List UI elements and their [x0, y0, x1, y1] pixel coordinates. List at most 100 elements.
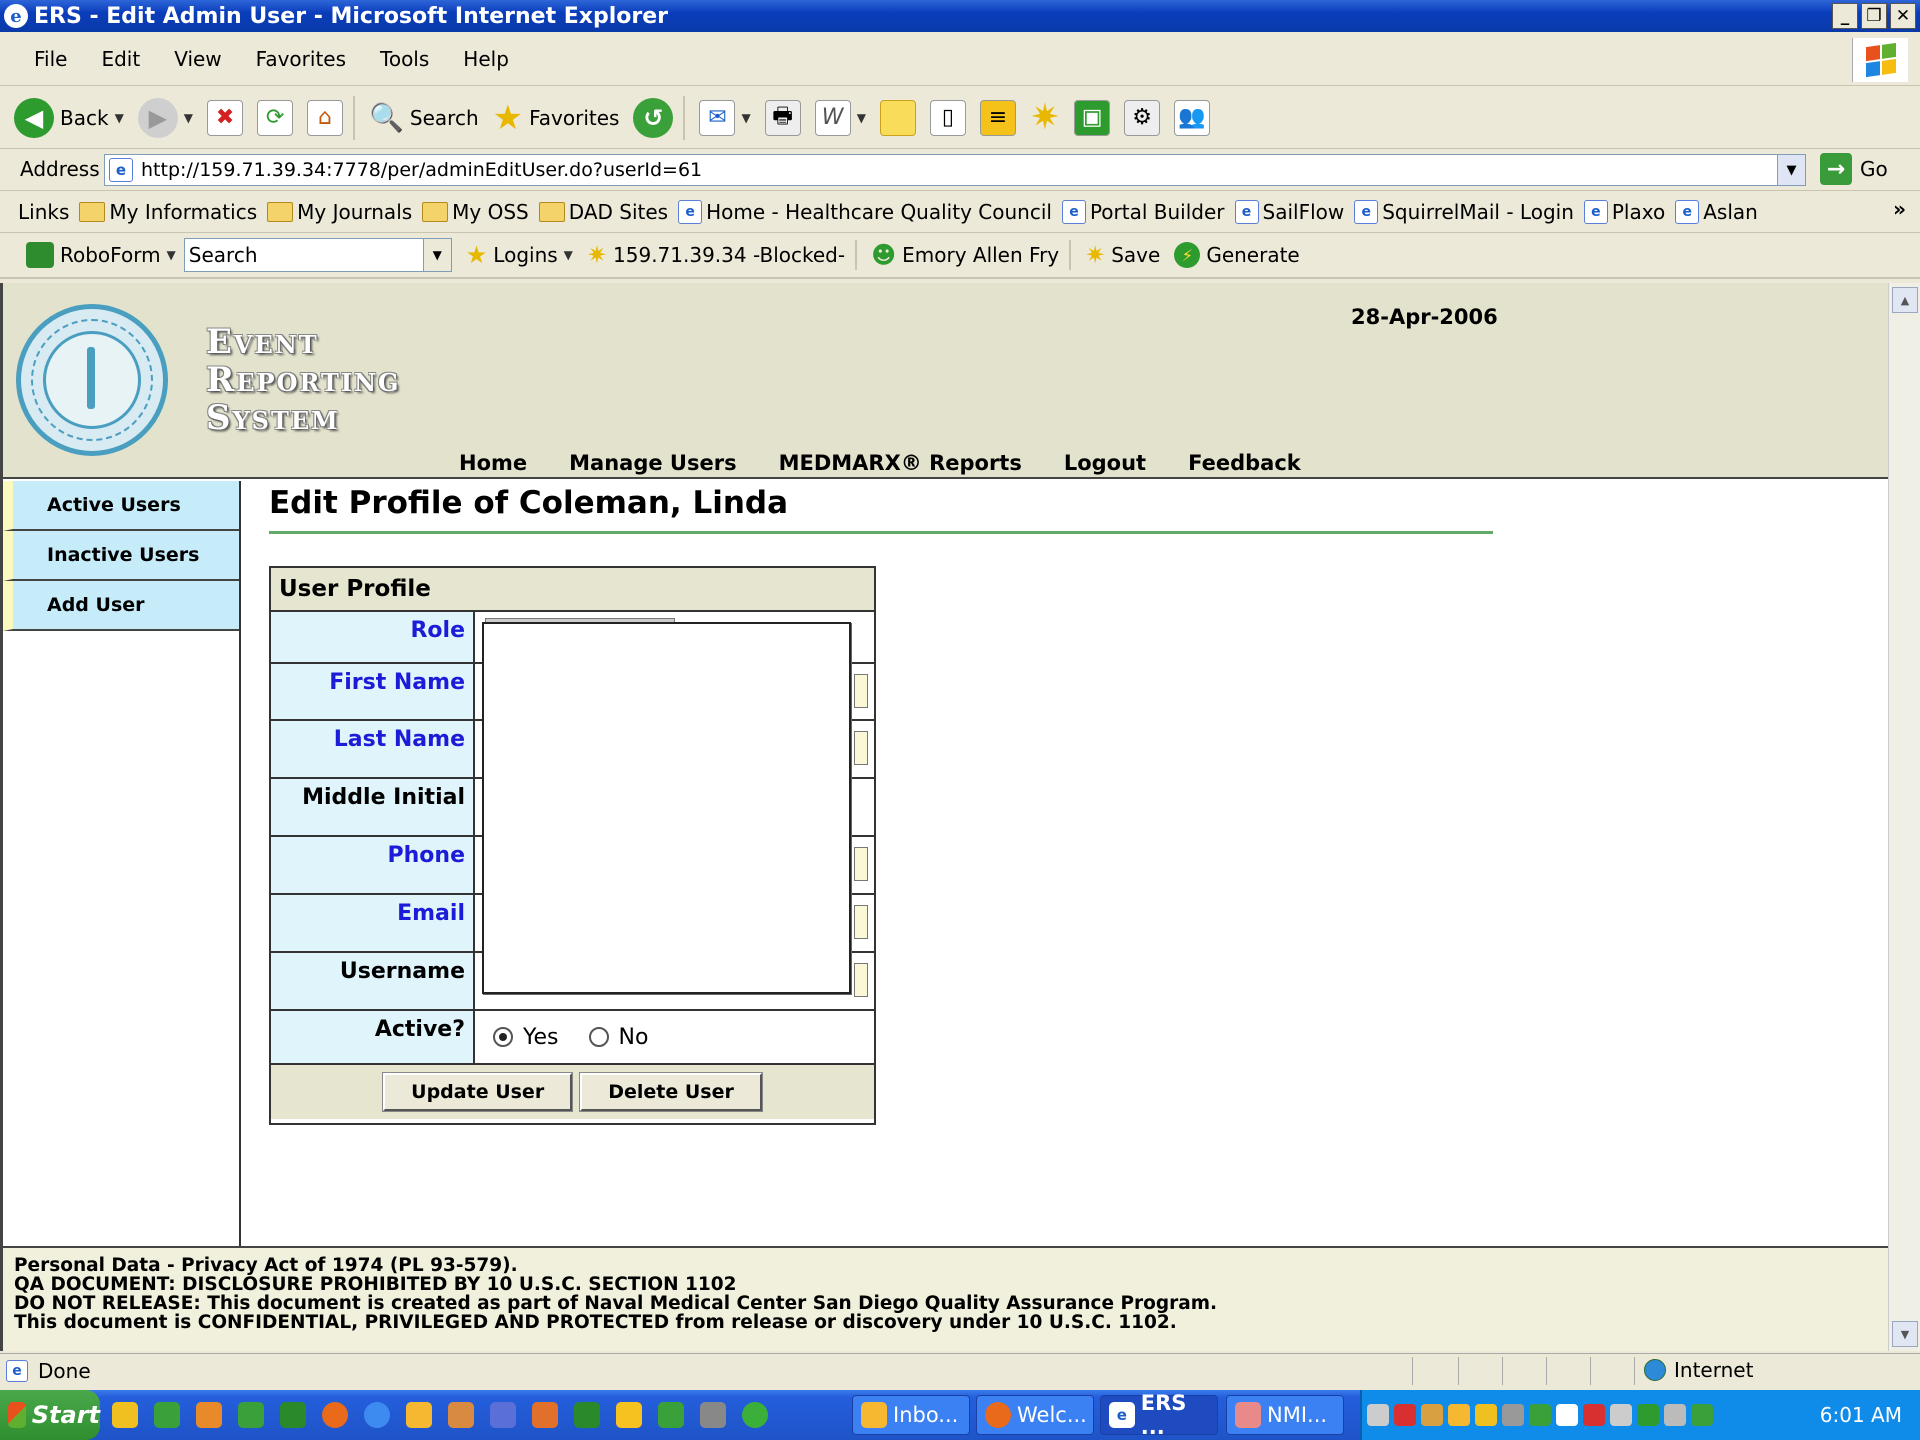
- messenger-icon[interactable]: ▯: [929, 99, 966, 136]
- quicklaunch-icon[interactable]: [280, 1402, 306, 1428]
- identity-button[interactable]: ☻ Emory Allen Fry: [871, 241, 1059, 269]
- scroll-down-icon[interactable]: ▼: [1892, 1321, 1918, 1347]
- roboform-search-dropdown-icon[interactable]: ▼: [422, 239, 451, 271]
- close-icon[interactable]: ✕: [1890, 3, 1916, 29]
- task-nmi[interactable]: NMI...: [1226, 1395, 1344, 1435]
- active-yes-radio[interactable]: [493, 1027, 513, 1047]
- nav-feedback[interactable]: Feedback: [1188, 451, 1301, 475]
- delete-user-button[interactable]: Delete User: [579, 1072, 763, 1112]
- roboform-dropdown-icon[interactable]: ▼: [167, 248, 176, 262]
- quicklaunch-icon[interactable]: [616, 1402, 642, 1428]
- quicklaunch-icon[interactable]: [490, 1402, 516, 1428]
- active-no-radio[interactable]: [588, 1027, 609, 1047]
- nav-home[interactable]: Home: [459, 451, 527, 475]
- restore-icon[interactable]: ❐: [1861, 3, 1887, 29]
- tray-icon[interactable]: [1502, 1404, 1524, 1426]
- menu-view[interactable]: View: [174, 47, 221, 71]
- contacts-icon[interactable]: 👥: [1174, 99, 1211, 136]
- quicklaunch-icon[interactable]: [742, 1402, 768, 1428]
- task-welcome[interactable]: Welc...: [976, 1395, 1094, 1435]
- logins-dropdown-icon[interactable]: ▼: [564, 248, 573, 262]
- clock-icon[interactable]: [406, 1402, 432, 1428]
- go-button[interactable]: → Go: [1820, 153, 1888, 185]
- ie-icon[interactable]: [364, 1402, 390, 1428]
- tray-icon[interactable]: [1367, 1404, 1389, 1426]
- links-more-icon[interactable]: »: [1893, 197, 1906, 221]
- menu-favorites[interactable]: Favorites: [256, 47, 346, 71]
- update-user-button[interactable]: Update User: [382, 1072, 574, 1112]
- nav-logout[interactable]: Logout: [1064, 451, 1146, 475]
- excel-icon[interactable]: [154, 1402, 180, 1428]
- scroll-up-icon[interactable]: ▲: [1892, 287, 1918, 313]
- tray-icon[interactable]: [1421, 1404, 1443, 1426]
- excel-icon[interactable]: [238, 1402, 264, 1428]
- tray-icon[interactable]: [1610, 1404, 1632, 1426]
- start-button[interactable]: Start: [0, 1390, 100, 1440]
- tray-icon[interactable]: [1664, 1404, 1686, 1426]
- tray-icon[interactable]: [1637, 1404, 1659, 1426]
- tools-icon[interactable]: ⚙: [1124, 99, 1161, 136]
- forward-button[interactable]: ▶ ▼: [137, 97, 193, 138]
- print-icon[interactable]: 🖶: [764, 99, 801, 136]
- roboform-icon[interactable]: ▣: [1074, 99, 1111, 136]
- tray-icon[interactable]: [1691, 1404, 1713, 1426]
- quicklaunch-icon[interactable]: [112, 1402, 138, 1428]
- address-dropdown-icon[interactable]: ▼: [1777, 155, 1805, 185]
- menu-help[interactable]: Help: [463, 47, 509, 71]
- link-healthcare-quality[interactable]: e Home - Healthcare Quality Council: [678, 199, 1052, 224]
- vertical-scrollbar[interactable]: ▲ ▼: [1888, 283, 1920, 1351]
- quicklaunch-icon[interactable]: [574, 1402, 600, 1428]
- home-icon[interactable]: ⌂: [307, 99, 344, 136]
- tray-icon[interactable]: [1475, 1404, 1497, 1426]
- mail-dropdown-icon[interactable]: ▼: [741, 111, 750, 125]
- address-url[interactable]: http://159.71.39.34:7778/per/adminEditUs…: [141, 159, 702, 181]
- menu-edit[interactable]: Edit: [101, 47, 140, 71]
- generate-button[interactable]: ⚡ Generate: [1174, 242, 1300, 268]
- forward-dropdown-icon[interactable]: ▼: [184, 111, 193, 125]
- task-inbox[interactable]: Inbo...: [852, 1395, 970, 1435]
- roboform-search-input[interactable]: Search ▼: [183, 238, 452, 272]
- tray-icon[interactable]: [1394, 1404, 1416, 1426]
- roboform-search-text[interactable]: Search: [189, 243, 258, 267]
- tray-icon[interactable]: [1556, 1404, 1578, 1426]
- menu-file[interactable]: File: [34, 47, 67, 71]
- task-ers[interactable]: e ERS ...: [1100, 1391, 1218, 1439]
- search-button[interactable]: 🔍 Search: [369, 101, 479, 134]
- link-my-informatics[interactable]: My Informatics: [79, 200, 257, 224]
- link-my-journals[interactable]: My Journals: [267, 200, 412, 224]
- edit-dropdown-icon[interactable]: ▼: [857, 111, 866, 125]
- tray-icon[interactable]: [1448, 1404, 1470, 1426]
- link-dad-sites[interactable]: DAD Sites: [538, 200, 668, 224]
- research-icon[interactable]: ≡: [979, 99, 1016, 136]
- menu-tools[interactable]: Tools: [380, 47, 429, 71]
- logins-button[interactable]: ★ Logins ▼: [466, 241, 573, 269]
- quicklaunch-icon[interactable]: [658, 1402, 684, 1428]
- roboform-star-icon[interactable]: ✷: [1030, 97, 1060, 138]
- roboform-save-button[interactable]: ✷ Save: [1085, 241, 1160, 269]
- tray-icon[interactable]: [1529, 1404, 1551, 1426]
- note-icon[interactable]: [879, 99, 916, 136]
- address-input[interactable]: e http://159.71.39.34:7778/per/adminEdit…: [104, 154, 1806, 186]
- link-portal-builder[interactable]: e Portal Builder: [1061, 199, 1225, 224]
- minimize-icon[interactable]: _: [1832, 3, 1858, 29]
- link-my-oss[interactable]: My OSS: [422, 200, 529, 224]
- role-dropdown-list[interactable]: [482, 622, 851, 994]
- tray-icon[interactable]: [1583, 1404, 1605, 1426]
- history-icon[interactable]: ↺: [633, 97, 674, 138]
- stop-icon[interactable]: ✖: [207, 99, 244, 136]
- back-button[interactable]: ◀ Back ▼: [14, 97, 124, 138]
- link-aslan[interactable]: e Aslan: [1675, 199, 1758, 224]
- back-dropdown-icon[interactable]: ▼: [115, 111, 124, 125]
- link-plaxo[interactable]: e Plaxo: [1583, 199, 1665, 224]
- nav-manage-users[interactable]: Manage Users: [569, 451, 736, 475]
- quicklaunch-icon[interactable]: [448, 1402, 474, 1428]
- quicklaunch-icon[interactable]: [700, 1402, 726, 1428]
- sidebar-item-inactive-users[interactable]: Inactive Users: [3, 531, 239, 581]
- favorites-button[interactable]: ★ Favorites: [493, 98, 620, 138]
- quicklaunch-icon[interactable]: [196, 1402, 222, 1428]
- nav-medmarx-reports[interactable]: MEDMARX® Reports: [779, 451, 1022, 475]
- firefox-icon[interactable]: [322, 1402, 348, 1428]
- link-squirrelmail[interactable]: e SquirrelMail - Login: [1354, 199, 1574, 224]
- sidebar-item-add-user[interactable]: Add User: [3, 581, 239, 631]
- quicklaunch-icon[interactable]: [532, 1402, 558, 1428]
